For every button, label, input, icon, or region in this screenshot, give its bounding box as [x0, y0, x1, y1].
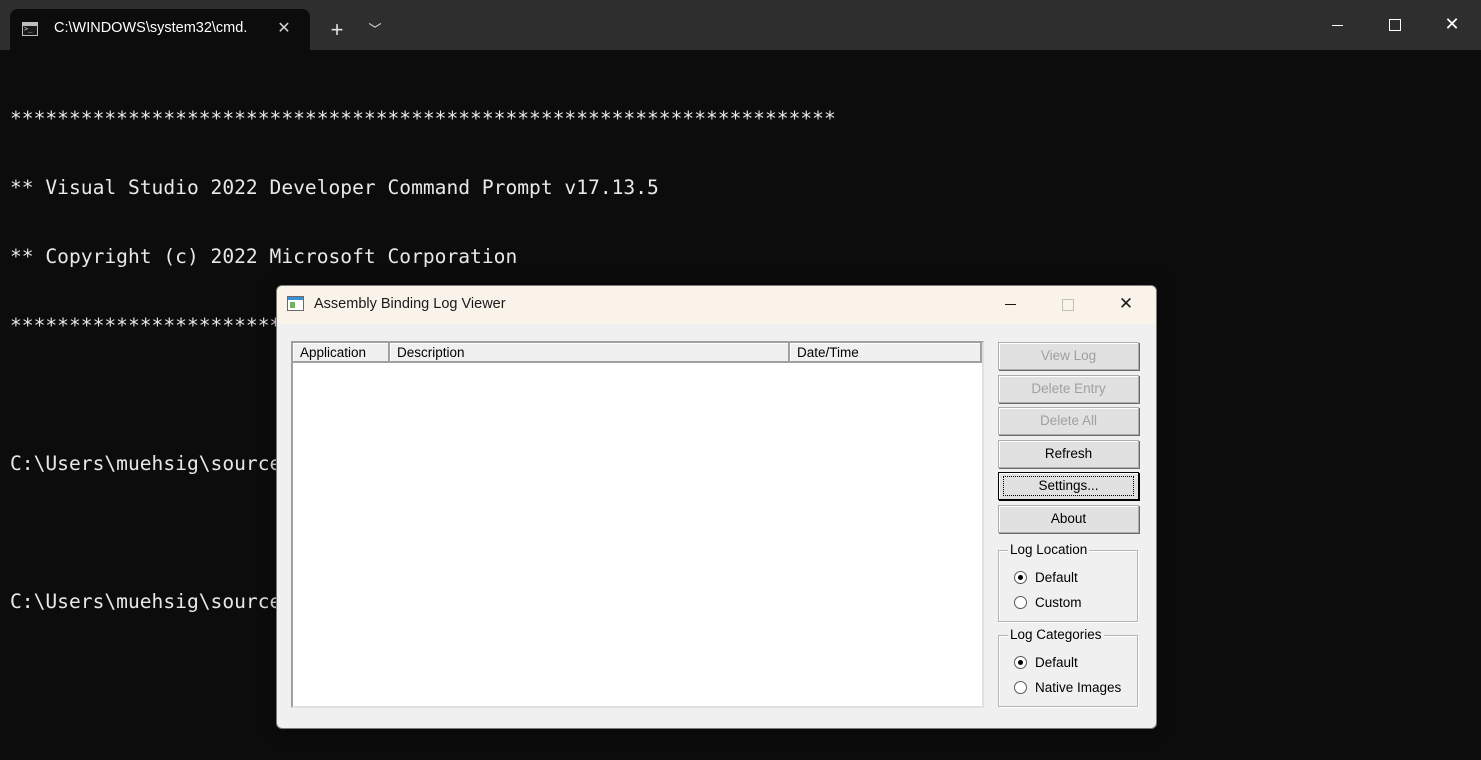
log-location-custom-option[interactable]: Custom [1014, 593, 1082, 611]
chevron-down-icon[interactable]: ﹀ [362, 17, 388, 43]
dialog-title: Assembly Binding Log Viewer [314, 296, 506, 312]
maximize-icon [1062, 298, 1074, 311]
log-categories-default-option[interactable]: Default [1014, 653, 1078, 671]
view-log-button[interactable]: View Log [998, 342, 1139, 370]
log-entries-list[interactable]: Application Description Date/Time [291, 341, 984, 708]
delete-all-button[interactable]: Delete All [998, 407, 1139, 435]
settings-button[interactable]: Settings... [998, 472, 1139, 500]
minimize-icon [1004, 304, 1016, 306]
minimize-icon [1331, 24, 1343, 26]
radio-button[interactable] [1014, 595, 1027, 609]
log-location-legend: Log Location [1008, 542, 1090, 558]
log-categories-native-images-option[interactable]: Native Images [1014, 678, 1121, 696]
radio-label: Default [1035, 654, 1078, 670]
terminal-line: ** Visual Studio 2022 Developer Command … [10, 176, 659, 199]
log-location-group: Log Location Default Custom [998, 542, 1138, 622]
terminal-line: ** Copyright (c) 2022 Microsoft Corporat… [10, 245, 518, 268]
terminal-icon [22, 22, 38, 36]
log-location-default-option[interactable]: Default [1014, 568, 1078, 586]
maximize-button[interactable] [1366, 0, 1424, 50]
radio-label: Custom [1035, 594, 1082, 610]
minimize-button[interactable] [1308, 0, 1366, 50]
maximize-icon [1389, 19, 1401, 32]
delete-entry-button[interactable]: Delete Entry [998, 375, 1139, 403]
plus-icon[interactable]: + [324, 17, 350, 43]
dialog-close-button[interactable]: ✕ [1097, 286, 1155, 324]
radio-button-checked[interactable] [1014, 655, 1027, 669]
close-icon: ✕ [1444, 14, 1460, 34]
close-window-button[interactable]: ✕ [1423, 0, 1481, 50]
column-header-description[interactable]: Description [390, 343, 790, 363]
about-button[interactable]: About [998, 505, 1139, 533]
list-header: Application Description Date/Time [293, 343, 982, 363]
terminal-line: ****************************************… [10, 107, 836, 130]
tab-cmd[interactable]: C:\WINDOWS\system32\cmd. ✕ [10, 9, 310, 50]
close-icon: ✕ [1118, 294, 1134, 313]
refresh-button[interactable]: Refresh [998, 440, 1139, 468]
assembly-binding-log-viewer-dialog: Assembly Binding Log Viewer ✕ Applicatio… [276, 285, 1157, 729]
terminal-titlebar: C:\WINDOWS\system32\cmd. ✕ + ﹀ ✕ [0, 0, 1481, 50]
log-categories-group: Log Categories Default Native Images [998, 627, 1138, 707]
radio-label: Default [1035, 569, 1078, 585]
dialog-titlebar[interactable]: Assembly Binding Log Viewer ✕ [277, 286, 1156, 324]
radio-button-checked[interactable] [1014, 570, 1027, 584]
dialog-maximize-button [1039, 286, 1097, 324]
log-categories-legend: Log Categories [1008, 627, 1104, 643]
radio-button[interactable] [1014, 680, 1027, 694]
app-window-icon [287, 296, 304, 311]
tab-title: C:\WINDOWS\system32\cmd. [54, 20, 248, 36]
close-icon[interactable]: ✕ [273, 18, 295, 40]
dialog-minimize-button[interactable] [981, 286, 1039, 324]
focus-rectangle [1003, 476, 1134, 496]
column-header-application[interactable]: Application [293, 343, 390, 363]
column-header-date-time[interactable]: Date/Time [790, 343, 982, 363]
radio-label: Native Images [1035, 679, 1122, 695]
